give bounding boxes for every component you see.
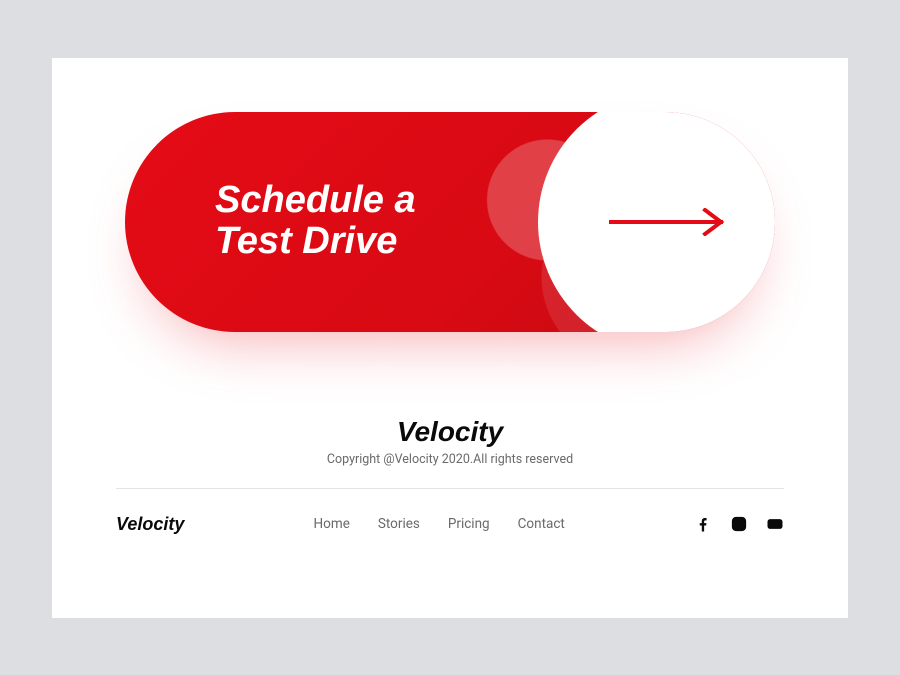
footer: Velocity Home Stories Pricing Contact [116, 514, 784, 535]
page: Schedule a Test Drive Velocity Copyright… [52, 58, 848, 618]
cta-pill: Schedule a Test Drive [125, 112, 775, 332]
footer-nav: Home Stories Pricing Contact [314, 516, 565, 532]
facebook-icon[interactable] [694, 515, 712, 533]
cta-arrow-button[interactable] [538, 112, 775, 332]
brand-name: Velocity [52, 416, 848, 448]
youtube-icon[interactable] [766, 515, 784, 533]
nav-stories[interactable]: Stories [378, 516, 420, 532]
copyright-text: Copyright @Velocity 2020.All rights rese… [52, 452, 848, 467]
nav-home[interactable]: Home [314, 516, 350, 532]
cta: Schedule a Test Drive [125, 112, 775, 332]
cta-title: Schedule a Test Drive [215, 180, 416, 264]
arrow-right-icon [609, 208, 729, 236]
divider [116, 488, 784, 489]
social-links [694, 515, 784, 533]
nav-contact[interactable]: Contact [518, 516, 565, 532]
instagram-icon[interactable] [730, 515, 748, 533]
nav-pricing[interactable]: Pricing [448, 516, 490, 532]
brand-block: Velocity Copyright @Velocity 2020.All ri… [52, 416, 848, 467]
footer-logo: Velocity [116, 514, 184, 535]
